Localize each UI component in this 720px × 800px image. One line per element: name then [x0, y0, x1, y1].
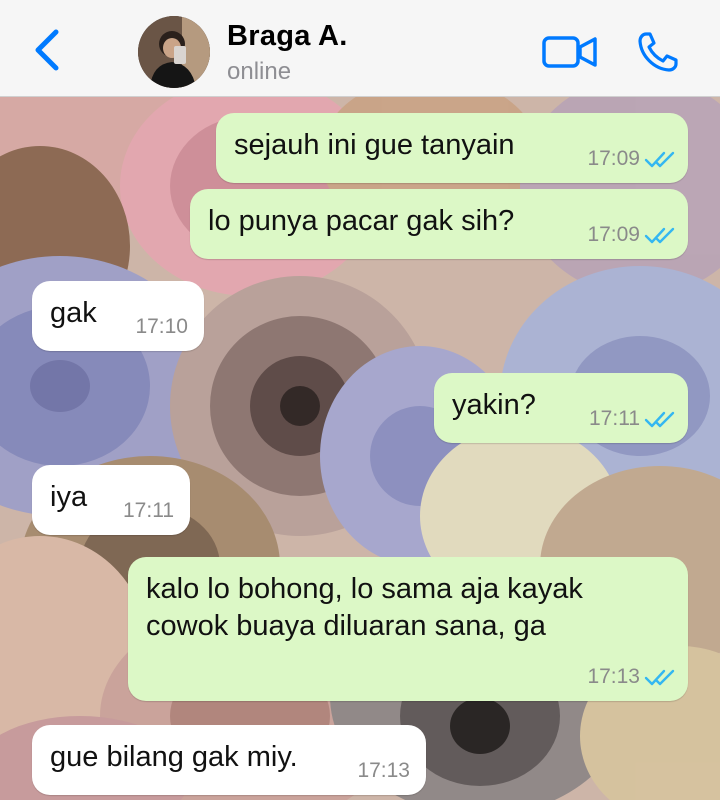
message-incoming[interactable]: gue bilang gak miy. 17:13: [32, 725, 426, 795]
message-incoming[interactable]: iya 17:11: [32, 465, 190, 535]
contact-name[interactable]: Braga A.: [227, 20, 348, 53]
message-text: gue bilang gak miy.: [50, 741, 298, 773]
message-time: 17:10: [135, 315, 188, 338]
chat-screen: Braga A. online sejauh ini gue tanyain 1…: [0, 0, 720, 800]
chat-header: Braga A. online: [0, 0, 720, 97]
double-check-icon: [644, 227, 675, 244]
message-text: yakin?: [452, 389, 536, 421]
message-text: gak: [50, 297, 97, 329]
message-outgoing[interactable]: yakin? 17:11: [434, 373, 688, 443]
message-outgoing[interactable]: kalo lo bohong, lo sama aja kayak cowok …: [128, 557, 688, 701]
message-outgoing[interactable]: lo punya pacar gak sih? 17:09: [190, 189, 688, 259]
message-text: iya: [50, 481, 88, 513]
message-time: 17:11: [589, 407, 640, 430]
phone-icon[interactable]: [636, 30, 680, 74]
message-text-line: cowok buaya diluaran sana, ga: [146, 610, 546, 642]
message-text-line: kalo lo bohong, lo sama aja kayak: [146, 573, 583, 605]
message-time: 17:13: [587, 665, 640, 688]
message-time: 17:11: [123, 499, 174, 522]
message-text: lo punya pacar gak sih?: [208, 205, 515, 237]
message-time: 17:13: [357, 759, 410, 782]
message-incoming[interactable]: gak 17:10: [32, 281, 204, 351]
double-check-icon: [644, 151, 675, 168]
double-check-icon: [644, 669, 675, 686]
video-camera-icon[interactable]: [542, 32, 598, 72]
avatar[interactable]: [138, 16, 210, 88]
message-text: sejauh ini gue tanyain: [234, 129, 515, 161]
message-outgoing[interactable]: sejauh ini gue tanyain 17:09: [216, 113, 688, 183]
double-check-icon: [644, 411, 675, 428]
contact-status: online: [227, 58, 292, 85]
chevron-left-icon[interactable]: [28, 26, 68, 74]
message-text: kalo lo bohong, lo sama aja kayak cowok …: [146, 571, 583, 645]
message-time: 17:09: [587, 223, 640, 246]
message-time: 17:09: [587, 147, 640, 170]
